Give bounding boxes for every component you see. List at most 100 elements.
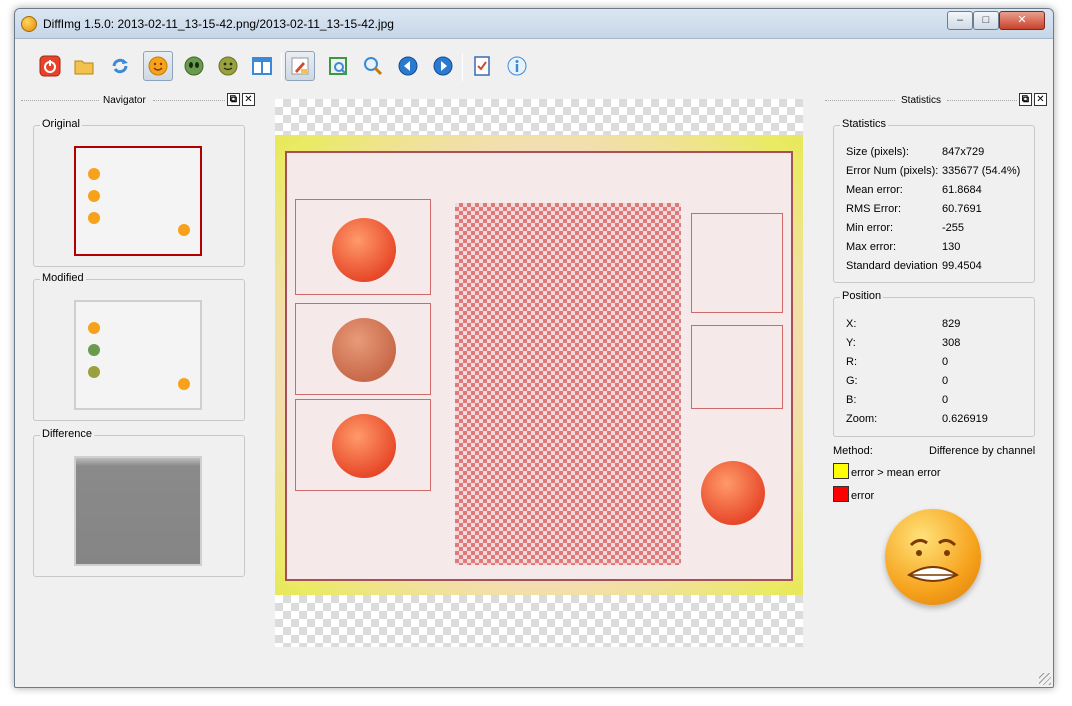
alien-icon — [184, 56, 204, 76]
difference-group-title: Difference — [40, 428, 94, 440]
window-title: DiffImg 1.5.0: 2013-02-11_13-15-42.png/2… — [43, 17, 394, 31]
smiley-icon — [701, 461, 765, 525]
minimize-button[interactable]: – — [947, 11, 973, 30]
dock-float-button[interactable]: ⧉ — [1019, 93, 1032, 106]
modified-group: Modified — [33, 272, 245, 421]
worried-face-icon — [907, 538, 959, 582]
smiley-icon — [332, 218, 396, 282]
method-label: Method: — [833, 445, 873, 457]
stat-row-mean-error: Mean error: 61.8684 — [846, 184, 982, 196]
navigator-title: Navigator — [103, 95, 146, 106]
legend-swatch-mean-error — [833, 463, 849, 479]
smiley-icon — [88, 168, 100, 180]
pos-row-b: B: 0 — [846, 394, 949, 406]
dock-float-button[interactable]: ⧉ — [227, 93, 240, 106]
info-icon — [507, 56, 527, 76]
close-button[interactable]: ✕ — [999, 11, 1045, 30]
diff-panel-original — [295, 199, 431, 295]
stat-row-size: Size (pixels): 847x729 — [846, 146, 985, 158]
diff-panel-difference — [295, 399, 431, 491]
modified-thumbnail[interactable] — [74, 300, 202, 410]
pos-row-g: G: 0 — [846, 375, 949, 387]
diff-panel-modified — [295, 303, 431, 395]
folder-icon — [74, 60, 94, 75]
zoom-button[interactable] — [358, 51, 388, 81]
pos-row-x: X: 829 — [846, 318, 961, 330]
app-window: DiffImg 1.5.0: 2013-02-11_13-15-42.png/2… — [14, 8, 1054, 688]
smiley-icon — [178, 224, 190, 236]
power-icon — [39, 55, 61, 77]
smiley-icon — [178, 378, 190, 390]
diff-panel-position — [691, 325, 783, 409]
legend-label-mean-error: error > mean error — [851, 467, 941, 479]
fit-icon — [329, 57, 347, 75]
stat-row-max-error: Max error: 130 — [846, 241, 961, 253]
show-modified-button[interactable] — [179, 51, 209, 81]
quit-button[interactable] — [35, 51, 65, 81]
original-group-title: Original — [40, 118, 82, 130]
navigator-dock-title[interactable]: Navigator ⧉ ✕ — [21, 93, 257, 109]
show-original-button[interactable] — [143, 51, 173, 81]
difference-group: Difference — [33, 428, 245, 577]
statistics-dock-label: Statistics — [901, 95, 942, 106]
previous-button[interactable] — [393, 51, 423, 81]
alien-icon — [332, 318, 396, 382]
difference-mode-button[interactable] — [285, 51, 315, 81]
zoom-icon — [364, 57, 383, 76]
statistics-dock-title[interactable]: Statistics ⧉ ✕ — [825, 93, 1049, 109]
maximize-button[interactable]: □ — [973, 11, 999, 30]
legend-swatch-error — [833, 486, 849, 502]
checklist-icon — [474, 56, 490, 76]
toolbar-separator — [462, 53, 463, 81]
modified-group-title: Modified — [40, 272, 86, 284]
smiley-icon — [148, 56, 168, 76]
dual-panel-button[interactable] — [247, 51, 277, 81]
pos-row-y: Y: 308 — [846, 337, 961, 349]
main-toolbar — [15, 39, 1053, 91]
difference-thumbnail[interactable] — [74, 456, 202, 566]
smiley-icon — [88, 212, 100, 224]
title-bar[interactable]: DiffImg 1.5.0: 2013-02-11_13-15-42.png/2… — [15, 9, 1053, 39]
original-thumbnail[interactable] — [74, 146, 202, 256]
difference-image — [275, 135, 803, 595]
pos-row-r: R: 0 — [846, 356, 949, 368]
image-viewer[interactable] — [275, 99, 803, 647]
refresh-button[interactable] — [105, 51, 135, 81]
position-group-title: Position — [840, 290, 884, 302]
original-group: Original — [33, 118, 245, 267]
pos-row-zoom: Zoom: 0.626919 — [846, 413, 988, 425]
smiley-icon — [88, 190, 100, 202]
brush-icon — [291, 57, 309, 75]
resize-grip[interactable] — [1039, 673, 1051, 685]
app-logo-icon — [21, 16, 37, 32]
dock-close-button[interactable]: ✕ — [242, 93, 255, 106]
status-smiley-icon — [885, 509, 981, 605]
panel-icon — [252, 57, 272, 75]
position-group: Position X: 829 Y: 308 R: 0 G: 0 B: 0 Zoom: 0.… — [833, 290, 1035, 437]
show-difference-button[interactable] — [213, 51, 243, 81]
diff-transparency-pattern — [455, 203, 681, 565]
smiley-icon — [88, 322, 100, 334]
about-button[interactable] — [502, 51, 532, 81]
next-button[interactable] — [428, 51, 458, 81]
diff-panel-statistics — [691, 213, 783, 313]
difference-image-content — [285, 151, 793, 581]
method-value: Difference by channel — [929, 445, 1036, 457]
stat-row-std-dev: Standard deviation 99.4504 — [846, 260, 982, 272]
alien-icon — [88, 344, 100, 356]
open-button[interactable] — [69, 51, 99, 81]
toolbar-separator — [281, 53, 282, 81]
arrow-left-icon — [398, 56, 418, 76]
alien-smiley-icon — [218, 56, 238, 76]
settings-button[interactable] — [467, 51, 497, 81]
stat-row-min-error: Min error: -255 — [846, 222, 965, 234]
stat-row-rms-error: RMS Error: 60.7691 — [846, 203, 982, 215]
legend-label-error: error — [851, 490, 875, 502]
fit-to-window-button[interactable] — [323, 51, 353, 81]
statistics-group: Statistics Size (pixels): 847x729 Error N… — [833, 118, 1035, 283]
refresh-icon — [112, 58, 128, 74]
dock-close-button[interactable]: ✕ — [1034, 93, 1047, 106]
alien-smiley-icon — [332, 414, 396, 478]
stat-row-error-num: Error Num (pixels): 335677 (54.4%) — [846, 165, 1021, 177]
statistics-group-title: Statistics — [840, 118, 889, 130]
